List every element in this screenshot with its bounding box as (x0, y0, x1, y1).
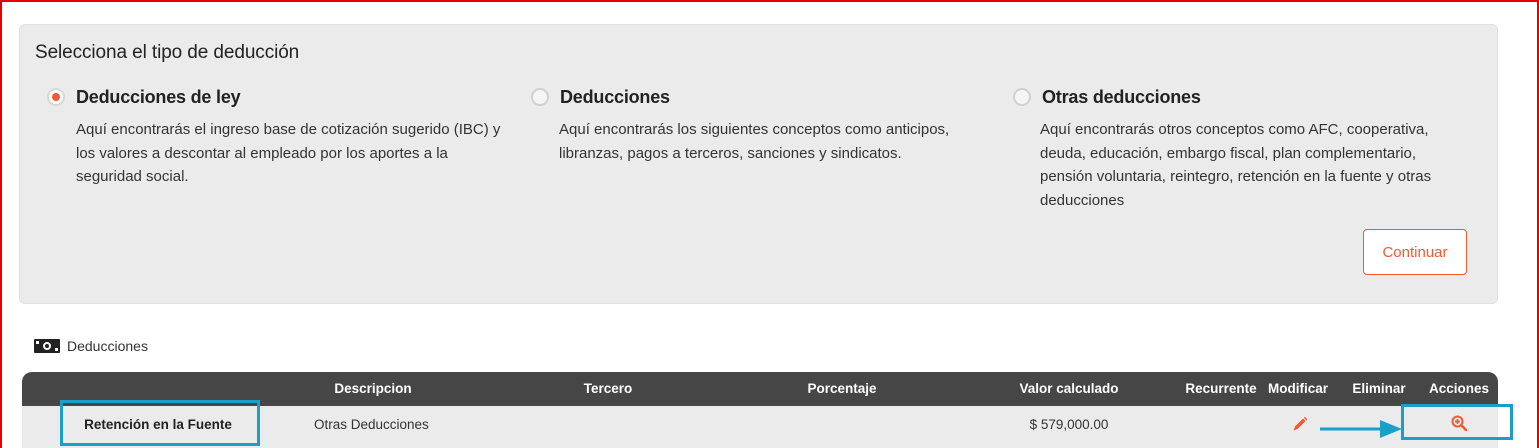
money-bill-icon (34, 339, 60, 353)
row-third-party (572, 406, 644, 444)
column-header-recurrente: Recurrente (1185, 381, 1257, 396)
column-header-valor-calculado: Valor calculado (1019, 381, 1119, 396)
deduction-type-panel: Selecciona el tipo de deducción Deduccio… (19, 24, 1498, 304)
option-otras-deducciones[interactable]: Otras deducciones Aquí encontrarás otros… (1013, 85, 1473, 213)
highlight-box-actions (1401, 404, 1513, 440)
column-header-acciones: Acciones (1428, 381, 1490, 396)
panel-title: Selecciona el tipo de deducción (35, 42, 300, 63)
option-label: Otras deducciones (1042, 86, 1201, 107)
annotation-arrow-icon (1320, 420, 1402, 438)
option-description: Aquí encontrarás los siguientes concepto… (559, 121, 950, 162)
highlight-box-row-name (60, 400, 260, 446)
continue-button[interactable]: Continuar (1363, 229, 1467, 275)
column-header-eliminar: Eliminar (1352, 381, 1406, 396)
column-header-modificar: Modificar (1267, 381, 1328, 396)
column-header-porcentaje: Porcentaje (807, 381, 877, 396)
row-value: $ 579,000.00 (1029, 417, 1109, 432)
pencil-icon[interactable] (1292, 416, 1308, 432)
option-description: Aquí encontrarás el ingreso base de coti… (76, 121, 501, 186)
section-title: Deducciones (67, 338, 148, 354)
option-deducciones[interactable]: Deducciones Aquí encontrarás los siguien… (531, 85, 991, 165)
row-percentage (802, 406, 882, 444)
option-label: Deducciones (560, 86, 670, 107)
row-description: Otras Deducciones (314, 417, 429, 432)
radio-otras-deducciones[interactable] (1013, 88, 1031, 106)
deductions-section-header: Deducciones (33, 337, 148, 355)
option-description: Aquí encontrarás otros conceptos como AF… (1040, 121, 1432, 210)
option-deducciones-de-ley[interactable]: Deducciones de ley Aquí encontrarás el i… (47, 85, 507, 189)
column-header-descripcion: Descripcion (334, 381, 412, 396)
column-header-tercero: Tercero (583, 381, 633, 396)
radio-deducciones-de-ley[interactable] (47, 88, 65, 106)
radio-deducciones[interactable] (531, 88, 549, 106)
option-label: Deducciones de ley (76, 86, 241, 107)
